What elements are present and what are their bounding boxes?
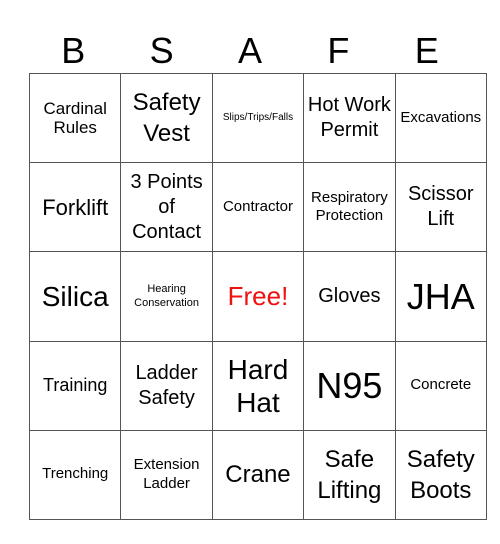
header-letter-e: E (414, 30, 439, 71)
bingo-cell[interactable]: 3 Points of Contact (120, 162, 213, 253)
bingo-cell[interactable]: N95 (303, 340, 396, 431)
bingo-cell[interactable]: Hearing Conservation (120, 251, 213, 342)
bingo-cell[interactable]: Safety Boots (394, 429, 487, 520)
bingo-row: Forklift 3 Points of Contact Contractor … (28, 162, 487, 253)
bingo-cell[interactable]: Hard Hat (211, 340, 305, 431)
bingo-cell[interactable]: Training (28, 340, 122, 431)
bingo-cell[interactable]: Safe Lifting (303, 429, 396, 520)
bingo-cell[interactable]: Cardinal Rules (28, 72, 122, 164)
header-letter-f: F (327, 30, 350, 71)
bingo-cell[interactable]: Trenching (28, 429, 122, 520)
free-space-cell[interactable]: Free! (211, 251, 305, 342)
bingo-cell[interactable]: Crane (211, 429, 305, 520)
bingo-row: Silica Hearing Conservation Free! Gloves… (28, 251, 487, 342)
bingo-row: Trenching Extension Ladder Crane Safe Li… (28, 429, 487, 520)
bingo-cell[interactable]: Gloves (303, 251, 396, 342)
bingo-cell[interactable]: JHA (394, 251, 487, 342)
header-letter-b: B (61, 30, 86, 71)
bingo-cell[interactable]: Extension Ladder (120, 429, 213, 520)
bingo-cell[interactable]: Safety Vest (120, 72, 213, 164)
bingo-cell[interactable]: Respiratory Protection (303, 162, 396, 253)
bingo-cell[interactable]: Contractor (211, 162, 305, 253)
bingo-cell[interactable]: Excavations (394, 72, 487, 164)
bingo-row: Training Ladder Safety Hard Hat N95 Conc… (28, 340, 487, 431)
bingo-card: Cardinal Rules Safety Vest Slips/Trips/F… (28, 72, 487, 520)
header-letter-s: S (149, 30, 174, 71)
bingo-cell[interactable]: Hot Work Permit (303, 72, 396, 164)
bingo-cell[interactable]: Concrete (394, 340, 487, 431)
bingo-row: Cardinal Rules Safety Vest Slips/Trips/F… (28, 72, 487, 164)
bingo-cell[interactable]: Ladder Safety (120, 340, 213, 431)
bingo-cell[interactable]: Forklift (28, 162, 122, 253)
bingo-cell[interactable]: Silica (28, 251, 122, 342)
bingo-cell[interactable]: Scissor Lift (394, 162, 487, 253)
header-letter-a: A (237, 30, 262, 71)
bingo-header: B S A F E (29, 28, 471, 73)
bingo-cell[interactable]: Slips/Trips/Falls (211, 72, 305, 164)
